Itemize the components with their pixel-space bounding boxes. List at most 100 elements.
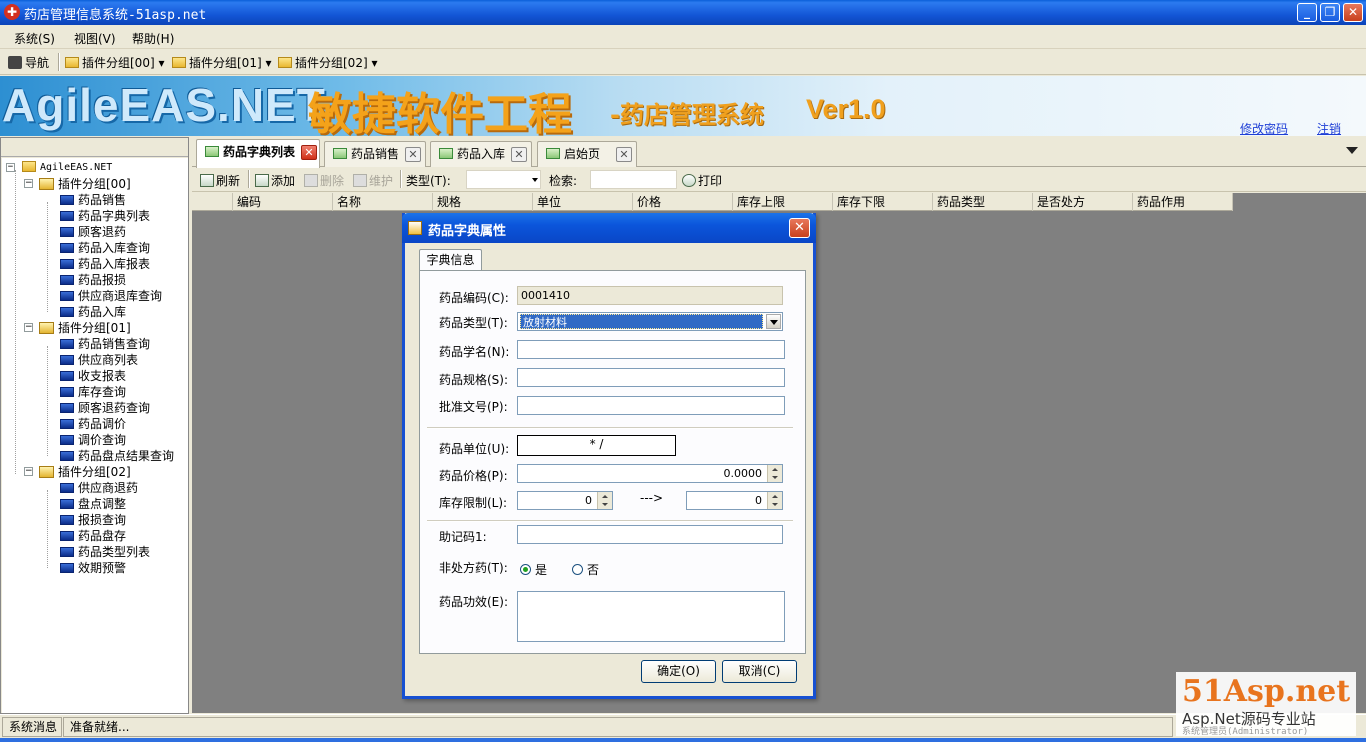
- tree-item-drug-type-list[interactable]: 药品类型列表: [60, 544, 150, 560]
- column-header[interactable]: 单位: [533, 193, 633, 211]
- stock-min-stepper[interactable]: 0: [517, 491, 613, 510]
- column-header[interactable]: 规格: [433, 193, 533, 211]
- tab-drug-sales[interactable]: 药品销售 ✕: [324, 141, 426, 167]
- menu-system[interactable]: 系统(S): [14, 30, 55, 47]
- plugin-icon: [60, 211, 74, 221]
- chevron-down-icon[interactable]: [766, 314, 781, 329]
- tree-root[interactable]: − AgileEAS.NET: [4, 160, 112, 176]
- menu-view[interactable]: 视图(V): [74, 30, 116, 47]
- tab-close-icon[interactable]: ✕: [511, 147, 527, 162]
- tree-item-stocktake[interactable]: 药品盘存: [60, 528, 126, 544]
- tree-item-expiry-warning[interactable]: 效期预警: [60, 560, 126, 576]
- mnemonic-field[interactable]: [517, 525, 783, 544]
- nav-button[interactable]: 导航: [8, 54, 49, 71]
- drug-dictionary-dialog: 药品字典属性 ✕ 字典信息 药品编码(C): 0001410 药品类型(T): …: [402, 213, 816, 699]
- column-header[interactable]: 库存下限: [833, 193, 933, 211]
- logout-link[interactable]: 注销: [1317, 120, 1341, 136]
- drug-unit-field[interactable]: * /: [517, 435, 676, 456]
- tree-item-price-query[interactable]: 调价查询: [60, 432, 126, 448]
- column-header[interactable]: 库存上限: [733, 193, 833, 211]
- tab-close-icon[interactable]: ✕: [616, 147, 632, 162]
- column-header[interactable]: 药品类型: [933, 193, 1033, 211]
- otc-yes-radio[interactable]: 是: [520, 561, 547, 578]
- otc-no-radio[interactable]: 否: [572, 561, 599, 578]
- column-header[interactable]: 名称: [333, 193, 433, 211]
- spin-buttons[interactable]: [597, 492, 612, 509]
- collapse-icon[interactable]: −: [6, 163, 15, 172]
- tree-item-drug-loss[interactable]: 药品报损: [60, 272, 126, 288]
- tree-item-income-report[interactable]: 收支报表: [60, 368, 126, 384]
- tab-drug-dictionary-list[interactable]: 药品字典列表 ✕: [196, 139, 320, 168]
- stock-max-stepper[interactable]: 0: [686, 491, 783, 510]
- column-header[interactable]: 是否处方: [1033, 193, 1133, 211]
- search-input[interactable]: [590, 170, 677, 189]
- ok-button[interactable]: 确定(O): [641, 660, 716, 683]
- drug-effect-label: 药品功效(E):: [439, 595, 508, 609]
- tree-group-00[interactable]: − 插件分组[00]: [24, 176, 131, 192]
- column-header[interactable]: 编码: [233, 193, 333, 211]
- collapse-icon[interactable]: −: [24, 323, 33, 332]
- collapse-icon[interactable]: −: [24, 467, 33, 476]
- cancel-button[interactable]: 取消(C): [722, 660, 797, 683]
- minimize-button[interactable]: _: [1297, 3, 1317, 22]
- tree-item-stocktake-result-query[interactable]: 药品盘点结果查询: [60, 448, 174, 464]
- plugin-icon: [60, 483, 74, 493]
- dialog-close-button[interactable]: ✕: [789, 218, 810, 238]
- drug-price-stepper[interactable]: 0.0000: [517, 464, 783, 483]
- tree-item-supplier-return-query[interactable]: 供应商退库查询: [60, 288, 162, 304]
- approval-number-field[interactable]: [517, 396, 785, 415]
- add-button[interactable]: 添加: [255, 172, 295, 189]
- folder-icon: [278, 57, 292, 68]
- tree-item-drug-sales[interactable]: 药品销售: [60, 192, 126, 208]
- drug-type-select[interactable]: 放射材料: [517, 312, 783, 331]
- plugin-group-01-button[interactable]: 插件分组[01] ▾: [172, 54, 271, 71]
- drug-name-field[interactable]: [517, 340, 785, 359]
- refresh-button[interactable]: 刷新: [200, 172, 240, 189]
- print-button[interactable]: 打印: [682, 172, 722, 189]
- menu-help[interactable]: 帮助(H): [132, 30, 174, 47]
- dictionary-info-panel: 药品编码(C): 0001410 药品类型(T): 放射材料 药品学名(N): …: [419, 270, 806, 654]
- tab-list-dropdown-icon[interactable]: [1346, 147, 1358, 154]
- tree-group-01[interactable]: − 插件分组[01]: [24, 320, 131, 336]
- tree-item-supplier-return[interactable]: 供应商退药: [60, 480, 138, 496]
- tab-start-page[interactable]: 启始页 ✕: [537, 141, 637, 167]
- tree-line: [47, 490, 48, 568]
- stock-limit-label: 库存限制(L):: [439, 496, 508, 510]
- tree-group-02[interactable]: − 插件分组[02]: [24, 464, 131, 480]
- spin-buttons[interactable]: [767, 492, 782, 509]
- tree-item-stockin-query[interactable]: 药品入库查询: [60, 240, 150, 256]
- tree-item-drug-dictionary-list[interactable]: 药品字典列表: [60, 208, 150, 224]
- tree-item-sales-query[interactable]: 药品销售查询: [60, 336, 150, 352]
- restore-button[interactable]: ❐: [1320, 3, 1340, 22]
- plugin-group-02-button[interactable]: 插件分组[02] ▾: [278, 54, 377, 71]
- change-password-link[interactable]: 修改密码: [1240, 120, 1288, 136]
- drug-effect-textarea[interactable]: [517, 591, 785, 642]
- type-filter-select[interactable]: [466, 170, 541, 189]
- tree-item-customer-return[interactable]: 顾客退药: [60, 224, 126, 240]
- plugin-group-00-button[interactable]: 插件分组[00] ▾: [65, 54, 164, 71]
- drug-price-label: 药品价格(P):: [439, 469, 508, 483]
- tab-drug-stockin[interactable]: 药品入库 ✕: [430, 141, 532, 167]
- tab-close-icon[interactable]: ✕: [301, 145, 317, 160]
- tree-item-stocktake-adjust[interactable]: 盘点调整: [60, 496, 126, 512]
- spin-buttons[interactable]: [767, 465, 782, 482]
- drug-code-field[interactable]: 0001410: [517, 286, 783, 305]
- tree-item-supplier-list[interactable]: 供应商列表: [60, 352, 138, 368]
- collapse-icon[interactable]: −: [24, 179, 33, 188]
- tree-item-stockin-report[interactable]: 药品入库报表: [60, 256, 150, 272]
- tab-close-icon[interactable]: ✕: [405, 147, 421, 162]
- close-button[interactable]: ✕: [1343, 3, 1363, 22]
- tree-item-loss-query[interactable]: 报损查询: [60, 512, 126, 528]
- drug-spec-field[interactable]: [517, 368, 785, 387]
- tree-item-inventory-query[interactable]: 库存查询: [60, 384, 126, 400]
- navigation-panel: − AgileEAS.NET − 插件分组[00] 药品销售 药品字典列表 顾客…: [0, 137, 189, 714]
- tree-item-drug-stockin[interactable]: 药品入库: [60, 304, 126, 320]
- edit-button[interactable]: 维护: [353, 172, 393, 189]
- status-label: 系统消息: [2, 717, 62, 737]
- column-header[interactable]: 价格: [633, 193, 733, 211]
- tab-dictionary-info[interactable]: 字典信息: [419, 249, 482, 271]
- column-header[interactable]: 药品作用: [1133, 193, 1233, 211]
- delete-button[interactable]: 删除: [304, 172, 344, 189]
- tree-item-customer-return-query[interactable]: 顾客退药查询: [60, 400, 150, 416]
- tree-item-price-adjust[interactable]: 药品调价: [60, 416, 126, 432]
